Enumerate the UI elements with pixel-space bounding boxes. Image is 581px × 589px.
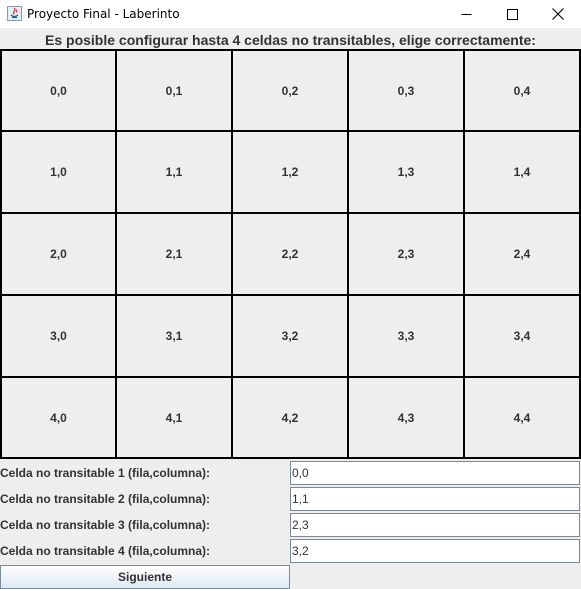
grid-cell[interactable]: 0,4 [463, 49, 581, 132]
title-bar: Proyecto Final - Laberinto [0, 0, 581, 28]
grid-cell[interactable]: 2,2 [231, 212, 349, 296]
blocked-cell-2-label: Celda no transitable 2 (fila,columna): [0, 492, 211, 506]
blocked-cell-4-label: Celda no transitable 4 (fila,columna): [0, 544, 211, 558]
grid-cell[interactable]: 3,3 [347, 294, 465, 378]
grid-cell[interactable]: 1,1 [115, 130, 233, 214]
grid-cell[interactable]: 2,3 [347, 212, 465, 296]
instructions-heading: Es posible configurar hasta 4 celdas no … [45, 32, 536, 48]
main-panel: Es posible configurar hasta 4 celdas no … [0, 28, 581, 589]
blocked-cell-3-label: Celda no transitable 3 (fila,columna): [0, 518, 211, 532]
grid-cell[interactable]: 2,4 [463, 212, 581, 296]
minimize-icon [461, 5, 472, 24]
grid-cell[interactable]: 3,0 [0, 294, 117, 378]
grid-cell[interactable]: 0,0 [0, 49, 117, 132]
grid-cell[interactable]: 4,1 [115, 376, 233, 459]
grid-cell[interactable]: 4,3 [347, 376, 465, 459]
blocked-cell-4-input[interactable] [290, 539, 580, 563]
java-icon [7, 6, 22, 21]
grid-cell[interactable]: 4,0 [0, 376, 117, 459]
grid-cell[interactable]: 1,3 [347, 130, 465, 214]
minimize-button[interactable] [443, 0, 489, 28]
grid-cell[interactable]: 4,2 [231, 376, 349, 459]
maximize-icon [506, 5, 518, 24]
blocked-cell-3-input[interactable] [290, 513, 580, 537]
close-button[interactable] [535, 0, 581, 28]
grid-cell[interactable]: 0,1 [115, 49, 233, 132]
grid-cell[interactable]: 3,1 [115, 294, 233, 378]
maximize-button[interactable] [489, 0, 535, 28]
blocked-cell-1-label: Celda no transitable 1 (fila,columna): [0, 466, 211, 480]
grid-cell[interactable]: 3,4 [463, 294, 581, 378]
grid-cell[interactable]: 0,2 [231, 49, 349, 132]
blocked-cell-1-input[interactable] [290, 461, 580, 485]
maze-grid: 0,0 0,1 0,2 0,3 0,4 1,0 1,1 1,2 1,3 1,4 … [0, 49, 581, 459]
grid-cell[interactable]: 2,0 [0, 212, 117, 296]
grid-cell[interactable]: 3,2 [231, 294, 349, 378]
grid-cell[interactable]: 0,3 [347, 49, 465, 132]
blocked-cell-2-input[interactable] [290, 487, 580, 511]
close-icon [552, 5, 564, 24]
window-title: Proyecto Final - Laberinto [27, 7, 180, 21]
grid-cell[interactable]: 4,4 [463, 376, 581, 459]
grid-cell[interactable]: 1,2 [231, 130, 349, 214]
grid-cell[interactable]: 1,4 [463, 130, 581, 214]
grid-cell[interactable]: 2,1 [115, 212, 233, 296]
grid-cell[interactable]: 1,0 [0, 130, 117, 214]
next-button[interactable]: Siguiente [0, 565, 290, 589]
